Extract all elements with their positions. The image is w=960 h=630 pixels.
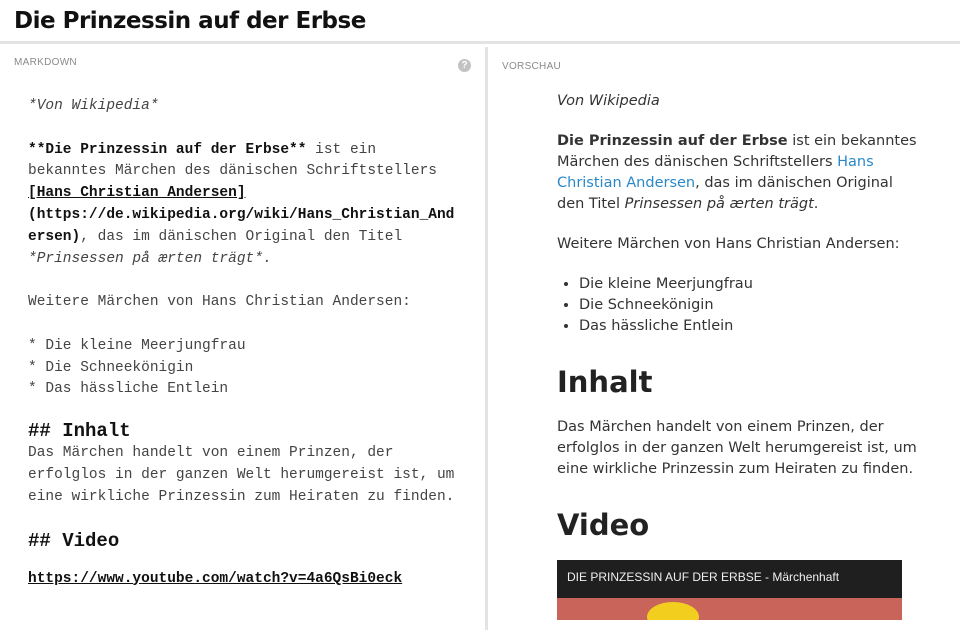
md-heading: ## Video (28, 529, 120, 552)
md-line: * Die Schneekönigin (28, 359, 194, 376)
preview-label: VORSCHAU (502, 61, 562, 72)
video-embed[interactable]: DIE PRINZESSIN AUF DER ERBSE - Märchenha… (557, 560, 902, 620)
app-header: Die Prinzessin auf der Erbse (0, 0, 960, 44)
md-heading: ## Inhalt (28, 420, 131, 443)
preview-content: Von Wikipedia Die Prinzessin auf der Erb… (557, 91, 917, 620)
md-line: Das Märchen handelt von einem Prinzen, d… (28, 445, 394, 462)
document-title: Die Prinzessin auf der Erbse (14, 7, 366, 34)
md-line: [Hans Christian Andersen] (28, 185, 246, 202)
preview-heading-inhalt: Inhalt (557, 365, 653, 399)
preview-pane: VORSCHAU Von Wikipedia Die Prinzessin au… (488, 47, 960, 630)
md-line: **Die Prinzessin auf der Erbse** ist ein (28, 141, 377, 158)
preview-more: Weitere Märchen von Hans Christian Ander… (557, 236, 900, 252)
md-line: Weitere Märchen von Hans Christian Ander… (28, 294, 411, 311)
markdown-label: MARKDOWN (14, 57, 77, 68)
preview-list: Die kleine Meerjungfrau Die Schneekönigi… (557, 274, 917, 337)
md-line: *Prinsessen på ærten trägt*. (28, 250, 272, 267)
md-line: *Von Wikipedia* (28, 98, 159, 114)
md-line: https://www.youtube.com/watch?v=4a6QsBi0… (28, 570, 403, 587)
help-icon[interactable]: ? (458, 59, 471, 72)
md-line: erfolglos in der ganzen Welt herumgereis… (28, 466, 455, 483)
split-panes: MARKDOWN ? *Von Wikipedia* **Die Prinzes… (0, 47, 960, 630)
preview-source: Von Wikipedia (557, 93, 660, 109)
md-line: * Die kleine Meerjungfrau (28, 337, 246, 354)
list-item: Das hässliche Entlein (579, 316, 917, 337)
markdown-editor-pane[interactable]: MARKDOWN ? *Von Wikipedia* **Die Prinzes… (0, 47, 485, 630)
video-thumbnail (557, 598, 902, 620)
md-line: eine wirkliche Prinzessin zum Heiraten z… (28, 488, 455, 505)
video-title: DIE PRINZESSIN AUF DER ERBSE - Märchenha… (567, 570, 840, 584)
markdown-textarea[interactable]: *Von Wikipedia* **Die Prinzessin auf der… (28, 96, 468, 590)
preview-intro: Die Prinzessin auf der Erbse ist ein bek… (557, 133, 917, 212)
preview-inhalt-text: Das Märchen handelt von einem Prinzen, d… (557, 419, 917, 477)
md-line: (https://de.wikipedia.org/wiki/Hans_Chri… (28, 206, 455, 223)
md-line: ersen), das im dänischen Original den Ti… (28, 228, 403, 245)
preview-heading-video: Video (557, 508, 650, 542)
md-line: bekanntes Märchen des dänischen Schrifts… (28, 163, 437, 180)
list-item: Die kleine Meerjungfrau (579, 274, 917, 295)
list-item: Die Schneekönigin (579, 295, 917, 316)
md-line: * Das hässliche Entlein (28, 381, 229, 398)
